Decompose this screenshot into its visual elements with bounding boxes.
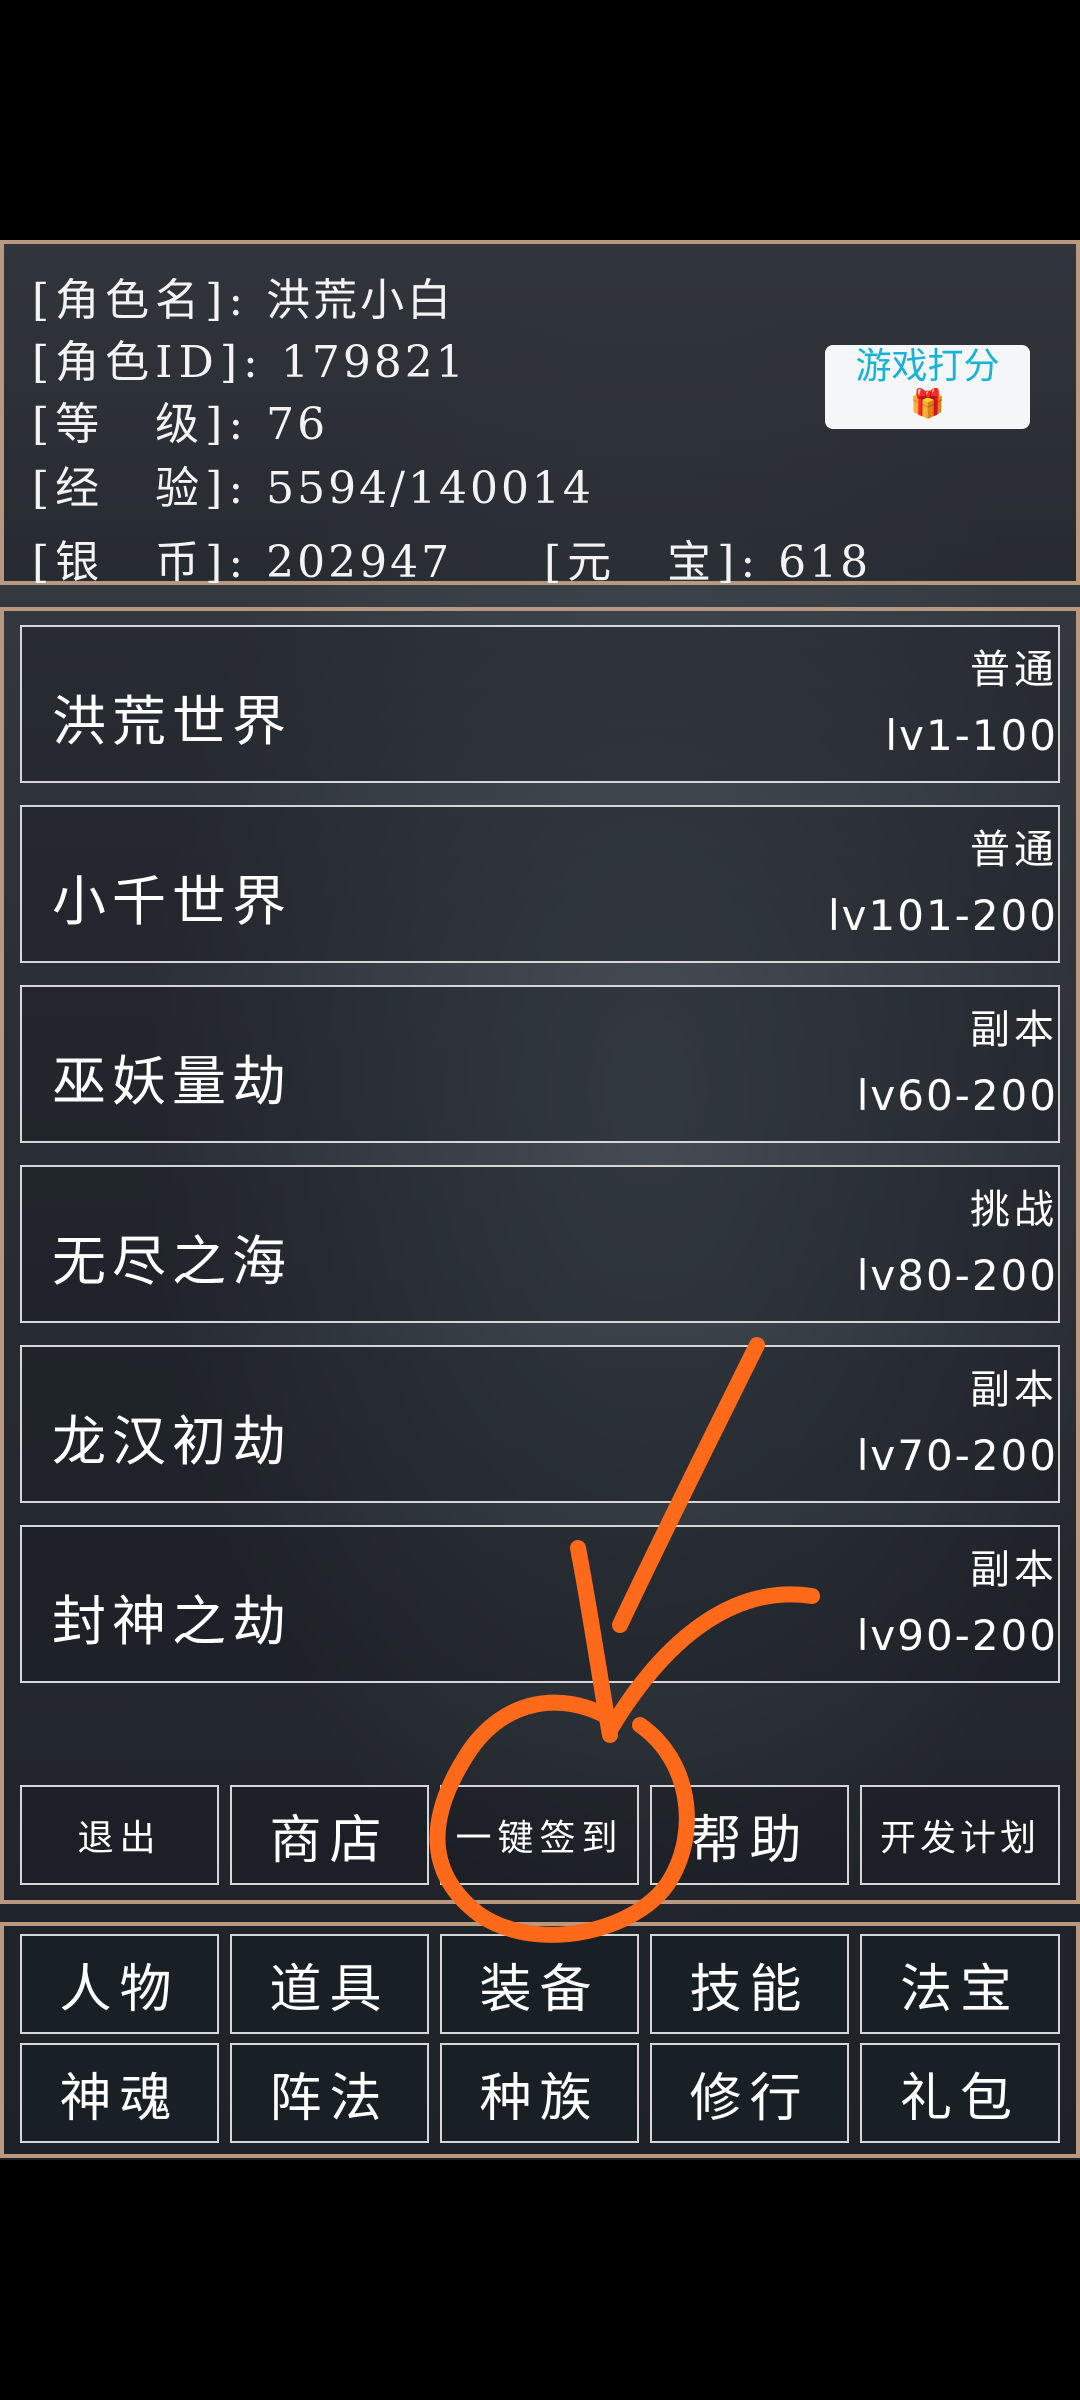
- nav-label: 道具: [269, 1959, 390, 2020]
- nav-label: 技能: [689, 1959, 810, 2020]
- nav-items[interactable]: 道具: [230, 1934, 429, 2034]
- world-kind: 普通: [970, 647, 1058, 693]
- world-name: 小千世界: [52, 870, 292, 933]
- shop-button[interactable]: 商店: [230, 1785, 429, 1885]
- silver-value: 202947: [266, 537, 453, 588]
- nav-formation[interactable]: 阵法: [230, 2043, 429, 2143]
- exp-label: [经 验]:: [32, 463, 250, 514]
- role-name-row: [角色名]: 洪荒小白: [32, 264, 454, 328]
- world-level-range: lv90-200: [856, 1611, 1058, 1660]
- level-value: 76: [266, 399, 329, 450]
- world-name: 无尽之海: [52, 1230, 292, 1293]
- level-label: [等 级]:: [32, 399, 250, 450]
- help-button[interactable]: 帮助: [650, 1785, 849, 1885]
- role-name-value: 洪荒小白: [266, 275, 455, 326]
- world-name: 龙汉初劫: [52, 1410, 292, 1473]
- nav-character[interactable]: 人物: [20, 1934, 219, 2034]
- nav-equipment[interactable]: 装备: [440, 1934, 639, 2034]
- world-level-range: lv60-200: [856, 1071, 1058, 1120]
- world-kind: 普通: [970, 827, 1058, 873]
- world-level-range: lv70-200: [856, 1431, 1058, 1480]
- exp-value: 5594/140014: [266, 463, 594, 514]
- world-kind: 副本: [970, 1007, 1058, 1053]
- help-label: 帮助: [689, 1810, 810, 1871]
- silver-label: [银 币]:: [32, 537, 250, 588]
- role-id-value: 179821: [280, 337, 467, 388]
- game-rating-button[interactable]: 游戏打分 🎁: [825, 345, 1030, 429]
- world-item[interactable]: 洪荒世界 普通 lv1-100: [20, 625, 1060, 783]
- world-level-range: lv1-100: [885, 711, 1058, 760]
- role-id-row: [角色ID]: 179821: [32, 326, 467, 390]
- shop-label: 商店: [269, 1810, 390, 1871]
- nav-race[interactable]: 种族: [440, 2043, 639, 2143]
- nav-label: 修行: [689, 2068, 810, 2129]
- level-row: [等 级]: 76: [32, 388, 328, 452]
- ingot-label: [元 宝]:: [544, 537, 762, 588]
- game-rating-label: 游戏打分: [855, 346, 1000, 387]
- world-kind: 副本: [970, 1367, 1058, 1413]
- ingot-value: 618: [778, 537, 872, 588]
- nav-label: 种族: [479, 2068, 600, 2129]
- nav-soul[interactable]: 神魂: [20, 2043, 219, 2143]
- nav-label: 礼包: [899, 2068, 1020, 2129]
- nav-gift-pack[interactable]: 礼包: [860, 2043, 1060, 2143]
- one-click-checkin-button[interactable]: 一键签到: [440, 1785, 639, 1885]
- world-kind: 挑战: [970, 1187, 1058, 1233]
- role-name-label: [角色名]:: [32, 275, 250, 326]
- dev-plan-button[interactable]: 开发计划: [860, 1785, 1060, 1885]
- world-name: 巫妖量劫: [52, 1050, 292, 1113]
- nav-label: 神魂: [59, 2068, 180, 2129]
- nav-treasure[interactable]: 法宝: [860, 1934, 1060, 2034]
- world-item[interactable]: 巫妖量劫 副本 lv60-200: [20, 985, 1060, 1143]
- nav-label: 装备: [479, 1959, 600, 2020]
- world-kind: 副本: [970, 1547, 1058, 1593]
- exit-button[interactable]: 退出: [20, 1785, 219, 1885]
- dev-plan-label: 开发计划: [879, 1818, 1040, 1859]
- world-item[interactable]: 无尽之海 挑战 lv80-200: [20, 1165, 1060, 1323]
- world-item[interactable]: 龙汉初劫 副本 lv70-200: [20, 1345, 1060, 1503]
- checkin-label: 一键签到: [455, 1818, 624, 1859]
- gift-icon: 🎁: [910, 387, 945, 420]
- silver-row: [银 币]: 202947: [32, 526, 452, 590]
- world-name: 洪荒世界: [52, 690, 292, 753]
- nav-label: 阵法: [269, 2068, 390, 2129]
- role-id-label: [角色ID]:: [32, 337, 264, 388]
- world-item[interactable]: 小千世界 普通 lv101-200: [20, 805, 1060, 963]
- nav-skills[interactable]: 技能: [650, 1934, 849, 2034]
- nav-cultivation[interactable]: 修行: [650, 2043, 849, 2143]
- exit-label: 退出: [77, 1818, 162, 1859]
- world-item[interactable]: 封神之劫 副本 lv90-200: [20, 1525, 1060, 1683]
- world-level-range: lv80-200: [856, 1251, 1058, 1300]
- ingot-row: [元 宝]: 618: [544, 526, 871, 590]
- nav-label: 法宝: [899, 1959, 1020, 2020]
- exp-row: [经 验]: 5594/140014: [32, 452, 594, 516]
- world-level-range: lv101-200: [827, 891, 1058, 940]
- world-name: 封神之劫: [52, 1590, 292, 1653]
- nav-label: 人物: [59, 1959, 180, 2020]
